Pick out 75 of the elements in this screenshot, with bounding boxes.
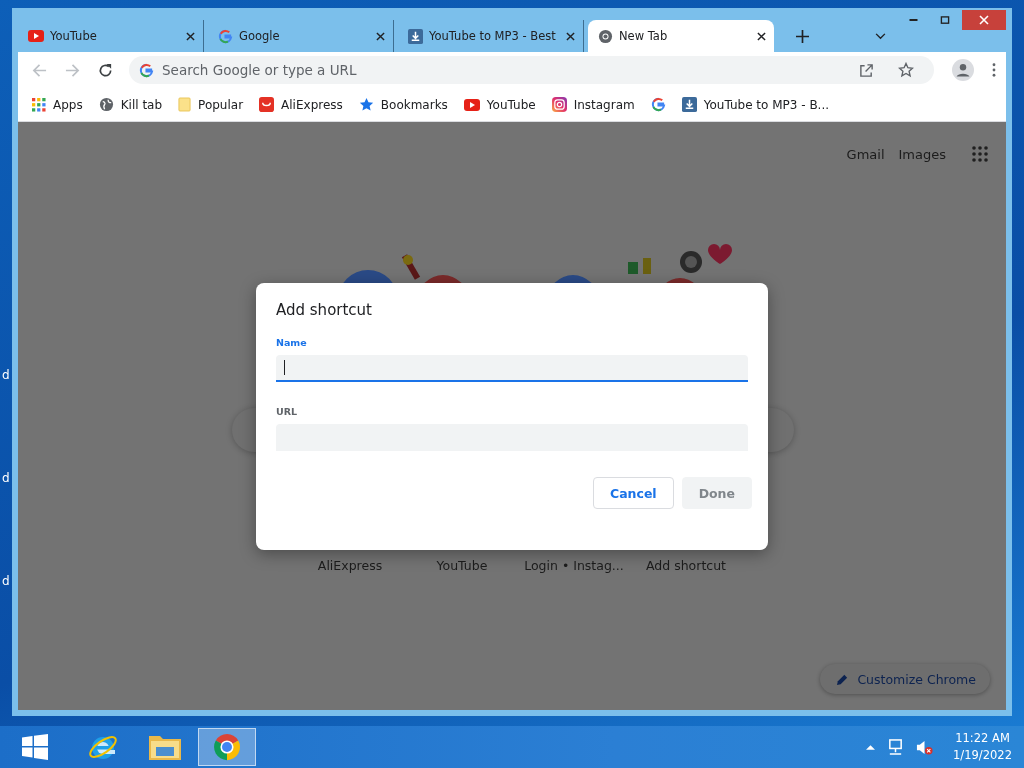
apps-grid-icon[interactable] bbox=[972, 146, 988, 162]
bookmark-item[interactable]: Instagram bbox=[551, 97, 635, 112]
bookmark-item[interactable]: Bookmarks bbox=[358, 97, 448, 112]
tab-title: New Tab bbox=[619, 29, 669, 43]
caret-up-icon[interactable] bbox=[866, 744, 876, 750]
close-icon[interactable] bbox=[757, 31, 766, 41]
video-play-icon bbox=[463, 98, 480, 111]
dialog-title: Add shortcut bbox=[276, 301, 373, 319]
bookmark-item[interactable]: Popular bbox=[178, 97, 244, 112]
bookmark-label: YouTube bbox=[486, 97, 536, 112]
field-label: URL bbox=[276, 406, 299, 417]
close-icon[interactable] bbox=[186, 31, 195, 41]
desktop-icon-label[interactable]: d bbox=[2, 471, 10, 486]
close-icon bbox=[979, 15, 989, 25]
customize-chrome-label: Customize Chrome bbox=[857, 671, 976, 687]
google-g-icon bbox=[218, 28, 233, 44]
dialog-button[interactable]: Cancel bbox=[592, 477, 674, 509]
camera-icon bbox=[551, 97, 567, 112]
browser-tab[interactable]: New Tab bbox=[588, 20, 774, 52]
video-play-icon bbox=[28, 30, 44, 42]
chrome-logo-icon bbox=[598, 28, 613, 44]
minimize-icon bbox=[908, 19, 918, 21]
clock-time[interactable]: 11:22 AM bbox=[955, 730, 1010, 747]
star-icon bbox=[358, 97, 374, 112]
network-icon[interactable] bbox=[887, 738, 905, 756]
taskbar-app-button[interactable] bbox=[198, 728, 256, 766]
profile-avatar-icon[interactable] bbox=[952, 59, 974, 81]
bookmark-label: Popular bbox=[198, 97, 244, 112]
tab-title: YouTube bbox=[50, 29, 98, 43]
tab-title: Google bbox=[239, 29, 281, 43]
google-g-icon bbox=[650, 97, 666, 112]
folder-icon bbox=[178, 97, 192, 112]
chrome-logo-icon bbox=[212, 732, 242, 762]
bookmark-label: Apps bbox=[53, 97, 83, 112]
windows-start-icon[interactable] bbox=[22, 734, 48, 760]
desktop-icon-label[interactable]: d bbox=[2, 368, 10, 383]
google-g-icon bbox=[139, 62, 154, 78]
bookmark-item[interactable]: Kill tab bbox=[98, 97, 163, 112]
bookmark-label: Kill tab bbox=[120, 97, 163, 112]
pencil-icon bbox=[836, 672, 850, 686]
chevron-down-icon[interactable] bbox=[875, 33, 886, 40]
desktop-icon-label[interactable]: d bbox=[2, 574, 10, 589]
header-link[interactable]: Images bbox=[898, 146, 946, 162]
muted-speaker-icon[interactable] bbox=[916, 738, 934, 756]
download-icon bbox=[681, 97, 697, 112]
header-link[interactable]: Gmail bbox=[846, 146, 885, 162]
address-bar[interactable]: Search Google or type a URL bbox=[129, 56, 934, 84]
globe-icon bbox=[98, 97, 114, 112]
bookmark-item[interactable]: AliExpress bbox=[259, 97, 343, 112]
address-placeholder: Search Google or type a URL bbox=[162, 62, 357, 78]
input-field[interactable] bbox=[276, 355, 748, 382]
clock-date[interactable]: 1/19/2022 bbox=[953, 747, 1012, 764]
apps-grid-icon bbox=[32, 97, 46, 112]
download-icon bbox=[408, 28, 423, 44]
bookmark-label: AliExpress bbox=[281, 97, 343, 112]
bookmark-item[interactable]: YouTube bbox=[463, 97, 536, 112]
share-icon[interactable] bbox=[859, 62, 874, 78]
bookmark-item[interactable] bbox=[650, 97, 666, 112]
field-label: Name bbox=[276, 337, 308, 348]
new-tab-plus-icon[interactable] bbox=[796, 30, 809, 43]
shortcut-label[interactable]: Add shortcut bbox=[630, 558, 742, 573]
tab-title: YouTube to MP3 - Best bbox=[429, 29, 557, 43]
shopping-bag-icon bbox=[259, 97, 275, 112]
bookmark-star-icon[interactable] bbox=[898, 62, 914, 78]
more-menu-icon[interactable] bbox=[992, 63, 996, 77]
shortcut-label[interactable]: YouTube bbox=[406, 558, 518, 573]
bookmark-label: Bookmarks bbox=[380, 97, 448, 112]
maximize-icon bbox=[940, 15, 950, 25]
close-icon[interactable] bbox=[566, 31, 575, 41]
close-icon[interactable] bbox=[376, 31, 385, 41]
reload-icon[interactable] bbox=[98, 62, 113, 78]
shortcut-label[interactable]: AliExpress bbox=[294, 558, 406, 573]
bookmark-item[interactable]: Apps bbox=[32, 97, 83, 112]
bookmark-label: Instagram bbox=[573, 97, 635, 112]
shortcut-label[interactable]: Login • Instag... bbox=[518, 558, 630, 573]
